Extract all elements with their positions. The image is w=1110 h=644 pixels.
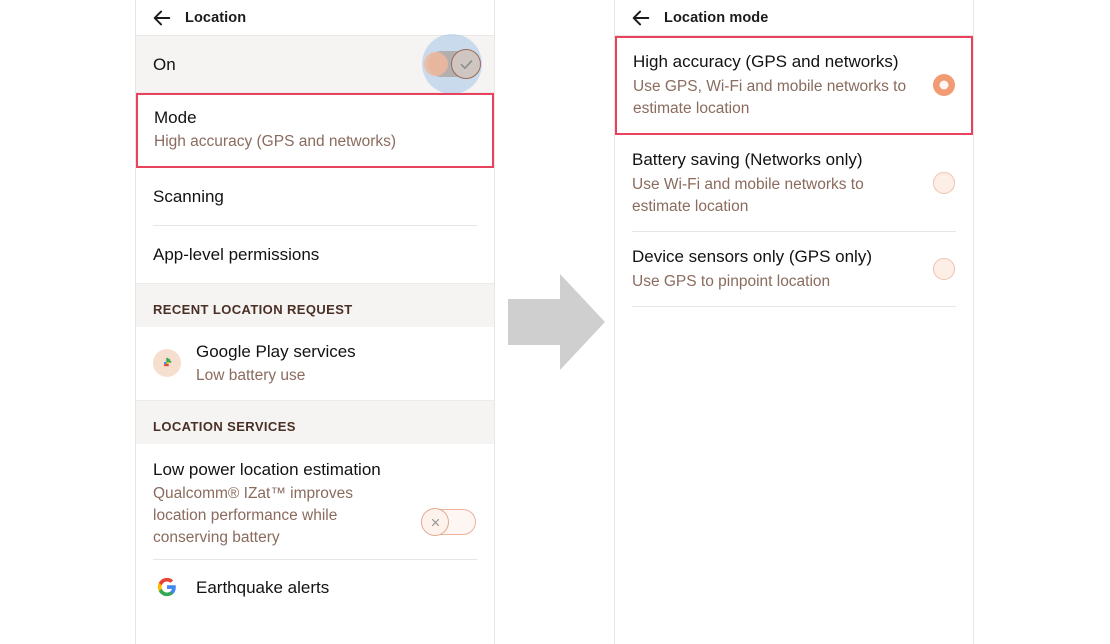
low-power-subtitle: Qualcomm® IZat™ improves location perfor… xyxy=(153,485,354,546)
google-play-services-row[interactable]: Google Play services Low battery use xyxy=(136,327,494,400)
low-power-location-row[interactable]: Low power location estimation Qualcomm® … xyxy=(136,444,494,559)
scanning-row[interactable]: Scanning xyxy=(136,168,494,225)
toggle-track-on xyxy=(424,49,481,79)
app-level-permissions-label: App-level permissions xyxy=(153,245,320,264)
location-on-row[interactable]: On xyxy=(136,34,494,94)
location-mode-option-battery-saving[interactable]: Battery saving (Networks only) Use Wi-Fi… xyxy=(615,135,973,231)
option-title: High accuracy (GPS and networks) xyxy=(633,52,899,71)
location-settings-panel: Location On Mode High accuracy (GPS and … xyxy=(135,0,495,644)
option-subtitle: Use GPS, Wi-Fi and mobile networks to es… xyxy=(633,78,907,117)
radio-button-unselected[interactable] xyxy=(933,257,955,280)
location-mode-option-device-sensors[interactable]: Device sensors only (GPS only) Use GPS t… xyxy=(615,232,973,306)
page-title: Location xyxy=(185,9,247,26)
earthquake-alerts-label: Earthquake alerts xyxy=(196,577,330,597)
mode-row[interactable]: Mode High accuracy (GPS and networks) xyxy=(136,93,494,168)
back-arrow-icon[interactable] xyxy=(151,7,173,29)
right-arrow-icon xyxy=(508,274,605,370)
section-header-location-services: LOCATION SERVICES xyxy=(136,400,494,444)
google-play-services-subtitle: Low battery use xyxy=(196,367,306,384)
toggle-thumb-on xyxy=(451,49,481,79)
toggle-track-off xyxy=(421,508,476,536)
low-power-title: Low power location estimation xyxy=(153,460,381,479)
earthquake-alerts-row[interactable]: Earthquake alerts xyxy=(136,560,494,614)
location-mode-panel: Location mode High accuracy (GPS and net… xyxy=(614,0,974,644)
radio-button-selected[interactable] xyxy=(933,73,955,96)
radio-button-unselected[interactable] xyxy=(933,171,955,194)
app-level-permissions-row[interactable]: App-level permissions xyxy=(136,226,494,283)
close-icon xyxy=(431,518,439,526)
left-appbar: Location xyxy=(136,0,494,36)
back-arrow-icon[interactable] xyxy=(630,7,652,29)
google-play-services-icon xyxy=(153,349,181,377)
google-play-services-text: Google Play services Low battery use xyxy=(196,339,356,387)
screenshot-canvas: Location On Mode High accuracy (GPS and … xyxy=(0,0,1110,644)
mode-subtitle: High accuracy (GPS and networks) xyxy=(154,133,397,150)
row-divider xyxy=(632,306,956,307)
check-icon xyxy=(460,59,472,69)
google-logo-icon xyxy=(153,573,181,601)
google-play-services-title: Google Play services xyxy=(196,342,356,361)
low-power-text: Low power location estimation Qualcomm® … xyxy=(153,457,409,549)
option-title: Battery saving (Networks only) xyxy=(632,150,863,169)
location-mode-option-high-accuracy[interactable]: High accuracy (GPS and networks) Use GPS… xyxy=(615,36,973,135)
page-title: Location mode xyxy=(664,9,769,26)
section-header-recent-location-request: RECENT LOCATION REQUEST xyxy=(136,283,494,327)
option-subtitle: Use Wi-Fi and mobile networks to estimat… xyxy=(632,176,864,215)
location-on-label: On xyxy=(153,54,176,74)
location-toggle[interactable] xyxy=(422,34,482,94)
mode-title: Mode xyxy=(154,108,197,127)
option-subtitle: Use GPS to pinpoint location xyxy=(632,273,831,290)
option-text: High accuracy (GPS and networks) Use GPS… xyxy=(633,49,933,120)
option-text: Battery saving (Networks only) Use Wi-Fi… xyxy=(632,147,933,218)
toggle-thumb-off xyxy=(421,508,449,536)
right-appbar: Location mode xyxy=(615,0,973,36)
option-text: Device sensors only (GPS only) Use GPS t… xyxy=(632,244,933,293)
low-power-toggle[interactable] xyxy=(421,508,476,536)
scanning-label: Scanning xyxy=(153,187,224,206)
option-title: Device sensors only (GPS only) xyxy=(632,247,872,266)
